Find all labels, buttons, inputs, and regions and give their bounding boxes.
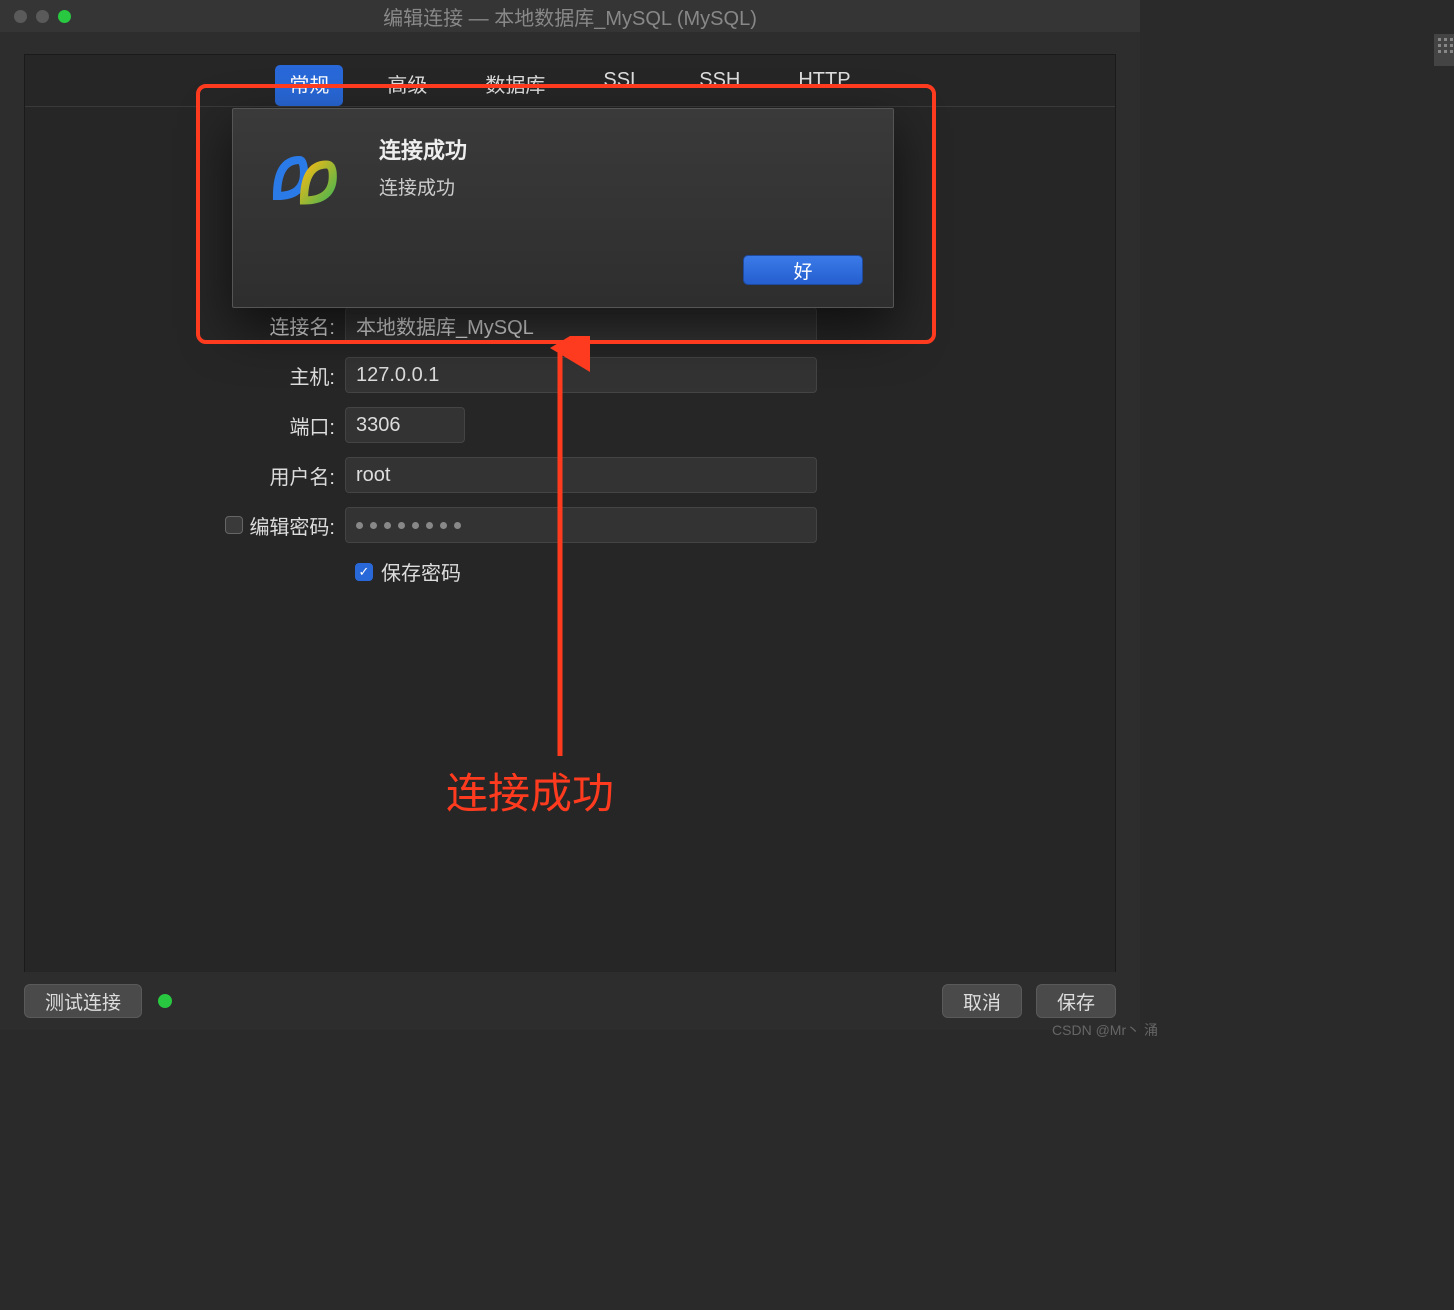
host-label: 主机: xyxy=(25,361,345,390)
window-title: 编辑连接 — 本地数据库_MySQL (MySQL) xyxy=(0,2,1140,31)
connection-status-indicator-icon xyxy=(158,994,172,1008)
save-password-label: 保存密码 xyxy=(381,557,461,586)
tab-database[interactable]: 数据库 xyxy=(471,65,559,106)
user-field[interactable] xyxy=(345,457,817,493)
edit-password-label: 编辑密码: xyxy=(249,511,335,540)
tab-ssh[interactable]: SSH xyxy=(685,65,754,106)
footer-bar: 测试连接 取消 保存 xyxy=(0,972,1140,1030)
password-dot-icon xyxy=(412,522,419,529)
tab-general[interactable]: 常规 xyxy=(275,65,343,106)
row-save-password: 保存密码 xyxy=(355,557,1115,586)
password-field[interactable] xyxy=(345,507,817,543)
dialog-message: 连接成功 xyxy=(379,173,867,200)
password-dot-icon xyxy=(426,522,433,529)
port-label: 端口: xyxy=(25,411,345,440)
save-password-checkbox[interactable] xyxy=(355,563,373,581)
conn-name-label: 连接名: xyxy=(25,311,345,340)
port-field[interactable] xyxy=(345,407,465,443)
row-password: 编辑密码: xyxy=(25,507,1115,543)
connection-editor-window: 编辑连接 — 本地数据库_MySQL (MySQL) 常规 高级 数据库 SSL… xyxy=(0,0,1140,1028)
conn-name-field[interactable] xyxy=(345,307,817,343)
password-dot-icon xyxy=(398,522,405,529)
row-port: 端口: xyxy=(25,407,1115,443)
row-user: 用户名: xyxy=(25,457,1115,493)
password-dot-icon xyxy=(440,522,447,529)
edit-password-checkbox[interactable] xyxy=(225,516,243,534)
success-dialog: 连接成功 连接成功 好 xyxy=(232,108,894,308)
tab-http[interactable]: HTTP xyxy=(784,65,864,106)
navicat-logo-icon xyxy=(259,133,349,223)
dialog-body: 连接成功 连接成功 xyxy=(233,109,893,223)
tab-advanced[interactable]: 高级 xyxy=(373,65,441,106)
row-host: 主机: xyxy=(25,357,1115,393)
traffic-lights xyxy=(14,10,71,23)
user-label: 用户名: xyxy=(25,461,345,490)
tab-ssl[interactable]: SSL xyxy=(589,65,655,106)
save-button[interactable]: 保存 xyxy=(1036,984,1116,1018)
password-dot-icon xyxy=(454,522,461,529)
side-drag-handle-icon[interactable] xyxy=(1434,34,1454,66)
watermark-text: CSDN @Mr丶 涌 xyxy=(1052,1020,1158,1040)
test-connection-button[interactable]: 测试连接 xyxy=(24,984,142,1018)
dialog-text: 连接成功 连接成功 xyxy=(379,133,867,223)
tab-bar: 常规 高级 数据库 SSL SSH HTTP xyxy=(25,55,1115,107)
edit-password-label-group: 编辑密码: xyxy=(25,511,345,540)
dialog-title: 连接成功 xyxy=(379,133,867,165)
password-dot-icon xyxy=(384,522,391,529)
close-window-button[interactable] xyxy=(14,10,27,23)
minimize-window-button[interactable] xyxy=(36,10,49,23)
host-field[interactable] xyxy=(345,357,817,393)
titlebar: 编辑连接 — 本地数据库_MySQL (MySQL) xyxy=(0,0,1140,32)
zoom-window-button[interactable] xyxy=(58,10,71,23)
dialog-ok-button[interactable]: 好 xyxy=(743,255,863,285)
row-connection-name: 连接名: xyxy=(25,307,1115,343)
password-dot-icon xyxy=(370,522,377,529)
cancel-button[interactable]: 取消 xyxy=(942,984,1022,1018)
password-dot-icon xyxy=(356,522,363,529)
